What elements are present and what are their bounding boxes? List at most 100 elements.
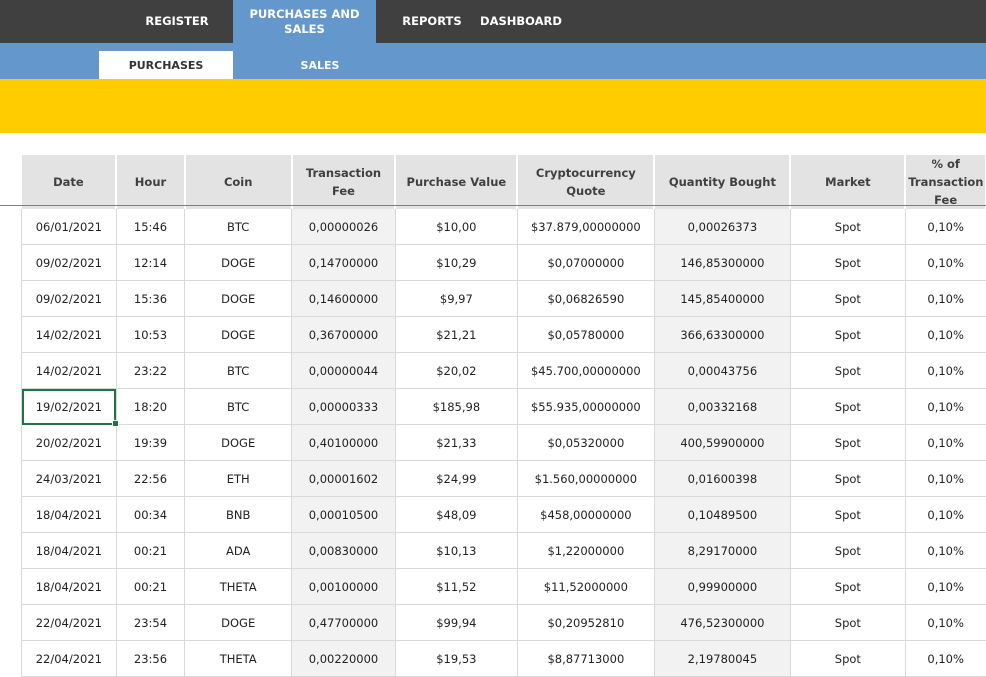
- col-header-purchase-value[interactable]: Purchase Value: [395, 155, 517, 209]
- cell-hour[interactable]: 00:21: [116, 569, 185, 605]
- cell-purchase-value[interactable]: $10,29: [395, 245, 517, 281]
- cell-cryptocurrency-quote[interactable]: $458,00000000: [517, 497, 654, 533]
- cell-transaction-fee[interactable]: 0,00000044: [292, 353, 396, 389]
- cell-percent-transaction-fee[interactable]: 0,10%: [905, 497, 986, 533]
- cell-hour[interactable]: 00:34: [116, 497, 185, 533]
- cell-hour[interactable]: 19:39: [116, 425, 185, 461]
- cell-quantity-bought[interactable]: 0,01600398: [654, 461, 790, 497]
- cell-coin[interactable]: THETA: [185, 641, 292, 677]
- cell-transaction-fee[interactable]: 0,00010500: [292, 497, 396, 533]
- cell-cryptocurrency-quote[interactable]: $8,87713000: [517, 641, 654, 677]
- col-header-quantity-bought[interactable]: Quantity Bought: [654, 155, 790, 209]
- cell-cryptocurrency-quote[interactable]: $0,20952810: [517, 605, 654, 641]
- cell-market[interactable]: Spot: [790, 281, 905, 317]
- cell-percent-transaction-fee[interactable]: 0,10%: [905, 245, 986, 281]
- cell-percent-transaction-fee[interactable]: 0,10%: [905, 569, 986, 605]
- col-header-coin[interactable]: Coin: [185, 155, 292, 209]
- nav-purchases-and-sales[interactable]: PURCHASES AND SALES: [233, 0, 376, 43]
- cell-purchase-value[interactable]: $48,09: [395, 497, 517, 533]
- cell-purchase-value[interactable]: $24,99: [395, 461, 517, 497]
- cell-percent-transaction-fee[interactable]: 0,10%: [905, 209, 986, 245]
- cell-hour[interactable]: 15:36: [116, 281, 185, 317]
- cell-transaction-fee[interactable]: 0,00220000: [292, 641, 396, 677]
- cell-date[interactable]: 20/02/2021: [22, 425, 117, 461]
- cell-coin[interactable]: THETA: [185, 569, 292, 605]
- col-header-date[interactable]: Date: [22, 155, 117, 209]
- cell-coin[interactable]: DOGE: [185, 317, 292, 353]
- cell-market[interactable]: Spot: [790, 533, 905, 569]
- cell-transaction-fee[interactable]: 0,14600000: [292, 281, 396, 317]
- cell-quantity-bought[interactable]: 400,59900000: [654, 425, 790, 461]
- cell-percent-transaction-fee[interactable]: 0,10%: [905, 353, 986, 389]
- cell-transaction-fee[interactable]: 0,00000333: [292, 389, 396, 425]
- cell-market[interactable]: Spot: [790, 425, 905, 461]
- subnav-purchases[interactable]: PURCHASES: [99, 51, 233, 79]
- cell-purchase-value[interactable]: $20,02: [395, 353, 517, 389]
- cell-date[interactable]: 18/04/2021: [22, 569, 117, 605]
- cell-percent-transaction-fee[interactable]: 0,10%: [905, 389, 986, 425]
- col-header-market[interactable]: Market: [790, 155, 905, 209]
- cell-hour[interactable]: 12:14: [116, 245, 185, 281]
- cell-hour[interactable]: 10:53: [116, 317, 185, 353]
- cell-market[interactable]: Spot: [790, 461, 905, 497]
- cell-transaction-fee[interactable]: 0,00001602: [292, 461, 396, 497]
- cell-quantity-bought[interactable]: 0,99900000: [654, 569, 790, 605]
- cell-transaction-fee[interactable]: 0,00100000: [292, 569, 396, 605]
- cell-quantity-bought[interactable]: 146,85300000: [654, 245, 790, 281]
- cell-market[interactable]: Spot: [790, 497, 905, 533]
- col-header-hour[interactable]: Hour: [116, 155, 185, 209]
- cell-cryptocurrency-quote[interactable]: $37.879,00000000: [517, 209, 654, 245]
- cell-transaction-fee[interactable]: 0,14700000: [292, 245, 396, 281]
- cell-cryptocurrency-quote[interactable]: $0,06826590: [517, 281, 654, 317]
- cell-hour[interactable]: 18:20: [116, 389, 185, 425]
- cell-quantity-bought[interactable]: 476,52300000: [654, 605, 790, 641]
- cell-date[interactable]: 09/02/2021: [22, 281, 117, 317]
- cell-purchase-value[interactable]: $10,13: [395, 533, 517, 569]
- cell-coin[interactable]: DOGE: [185, 425, 292, 461]
- cell-coin[interactable]: BTC: [185, 209, 292, 245]
- col-header-percent-transaction-fee[interactable]: % of Transaction Fee: [905, 155, 986, 209]
- cell-transaction-fee[interactable]: 0,00830000: [292, 533, 396, 569]
- cell-percent-transaction-fee[interactable]: 0,10%: [905, 461, 986, 497]
- cell-transaction-fee[interactable]: 0,40100000: [292, 425, 396, 461]
- cell-quantity-bought[interactable]: 8,29170000: [654, 533, 790, 569]
- nav-register[interactable]: REGISTER: [122, 0, 232, 43]
- cell-date[interactable]: 22/04/2021: [22, 605, 117, 641]
- cell-percent-transaction-fee[interactable]: 0,10%: [905, 641, 986, 677]
- nav-dashboard[interactable]: DASHBOARD: [478, 0, 564, 43]
- cell-transaction-fee[interactable]: 0,47700000: [292, 605, 396, 641]
- cell-cryptocurrency-quote[interactable]: $0,07000000: [517, 245, 654, 281]
- cell-hour[interactable]: 22:56: [116, 461, 185, 497]
- subnav-sales[interactable]: SALES: [253, 51, 387, 79]
- cell-date[interactable]: 22/04/2021: [22, 641, 117, 677]
- cell-purchase-value[interactable]: $185,98: [395, 389, 517, 425]
- cell-market[interactable]: Spot: [790, 353, 905, 389]
- cell-market[interactable]: Spot: [790, 209, 905, 245]
- cell-quantity-bought[interactable]: 0,00332168: [654, 389, 790, 425]
- cell-cryptocurrency-quote[interactable]: $1.560,00000000: [517, 461, 654, 497]
- cell-hour[interactable]: 15:46: [116, 209, 185, 245]
- cell-percent-transaction-fee[interactable]: 0,10%: [905, 425, 986, 461]
- cell-market[interactable]: Spot: [790, 641, 905, 677]
- cell-purchase-value[interactable]: $21,33: [395, 425, 517, 461]
- col-header-cryptocurrency-quote[interactable]: Cryptocurrency Quote: [517, 155, 654, 209]
- cell-coin[interactable]: DOGE: [185, 281, 292, 317]
- cell-hour[interactable]: 00:21: [116, 533, 185, 569]
- cell-date[interactable]: 09/02/2021: [22, 245, 117, 281]
- cell-coin[interactable]: BTC: [185, 353, 292, 389]
- cell-purchase-value[interactable]: $10,00: [395, 209, 517, 245]
- cell-date[interactable]: 06/01/2021: [22, 209, 117, 245]
- cell-percent-transaction-fee[interactable]: 0,10%: [905, 317, 986, 353]
- cell-market[interactable]: Spot: [790, 245, 905, 281]
- cell-coin[interactable]: BNB: [185, 497, 292, 533]
- cell-cryptocurrency-quote[interactable]: $45.700,00000000: [517, 353, 654, 389]
- cell-date[interactable]: 18/04/2021: [22, 533, 117, 569]
- cell-date[interactable]: 24/03/2021: [22, 461, 117, 497]
- cell-date[interactable]: 14/02/2021: [22, 353, 117, 389]
- cell-cryptocurrency-quote[interactable]: $11,52000000: [517, 569, 654, 605]
- cell-quantity-bought[interactable]: 2,19780045: [654, 641, 790, 677]
- cell-percent-transaction-fee[interactable]: 0,10%: [905, 281, 986, 317]
- cell-coin[interactable]: DOGE: [185, 605, 292, 641]
- cell-coin[interactable]: ETH: [185, 461, 292, 497]
- cell-coin[interactable]: ADA: [185, 533, 292, 569]
